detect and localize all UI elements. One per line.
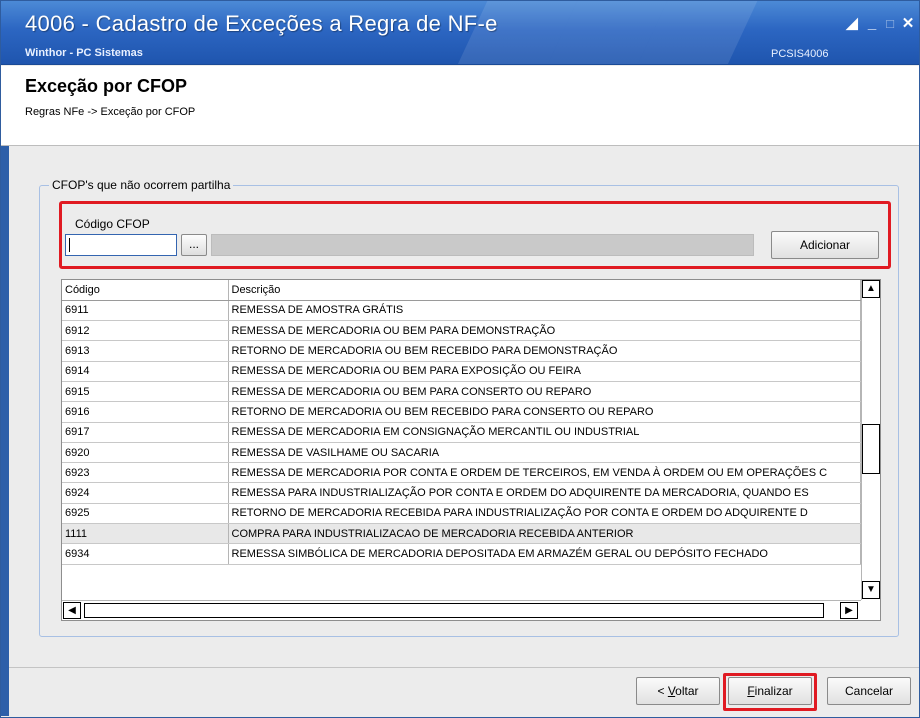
window-title: 4006 - Cadastro de Exceções a Regra de N… (25, 11, 498, 36)
cell-description: REMESSA PARA INDUSTRIALIZAÇÃO POR CONTA … (228, 482, 861, 504)
cfop-lookup-button[interactable]: ... (181, 234, 207, 256)
table-row[interactable]: 6913 RETORNO DE MERCADORIA OU BEM RECEBID… (62, 340, 861, 362)
cfop-table: Código Descrição 6911 REMESSA DE AMOSTRA … (62, 280, 861, 565)
table-row[interactable]: 6911 REMESSA DE AMOSTRA GRÁTIS (62, 300, 861, 322)
cell-code: 6915 (62, 381, 229, 403)
restore-icon[interactable]: ◢ (843, 15, 861, 33)
routine-code: PCSIS4006 (771, 48, 829, 60)
window-left-edge (1, 146, 9, 716)
cell-code: 6925 (62, 503, 229, 525)
cell-code: 6924 (62, 482, 229, 504)
cell-code: 1111 (62, 523, 229, 545)
cell-code: 6912 (62, 320, 229, 342)
cell-code: 6916 (62, 401, 229, 423)
table-header-row: Código Descrição (62, 280, 861, 301)
cell-description: REMESSA DE MERCADORIA OU BEM PARA CONSER… (228, 381, 861, 403)
cell-code: 6920 (62, 442, 229, 464)
horizontal-scrollbar[interactable]: ◀ ▶ (62, 600, 861, 620)
table-row[interactable]: 6915 REMESSA DE MERCADORIA OU BEM PARA CO… (62, 381, 861, 403)
groupbox-legend: CFOP's que não ocorrem partilha (49, 178, 234, 192)
table-row[interactable]: 6917 REMESSA DE MERCADORIA EM CONSIGNAÇÃO… (62, 422, 861, 443)
cell-code: 6914 (62, 361, 229, 382)
cell-description: REMESSA DE VASILHAME OU SACARIA (228, 442, 861, 464)
page-title: Exceção por CFOP (25, 76, 188, 96)
cell-description: REMESSA DE MERCADORIA POR CONTA E ORDEM … (228, 462, 861, 484)
cell-description: RETORNO DE MERCADORIA OU BEM RECEBIDO PA… (228, 340, 861, 362)
scroll-left-icon[interactable]: ◀ (63, 602, 81, 619)
cell-code: 6917 (62, 422, 229, 443)
cell-description: REMESSA SIMBÓLICA DE MERCADORIA DEPOSITA… (228, 543, 861, 565)
table-row[interactable]: 6923 REMESSA DE MERCADORIA POR CONTA E OR… (62, 462, 861, 484)
table-row[interactable]: 6912 REMESSA DE MERCADORIA OU BEM PARA DE… (62, 320, 861, 342)
scroll-right-icon[interactable]: ▶ (840, 602, 858, 619)
table-row[interactable]: 6916 RETORNO DE MERCADORIA OU BEM RECEBID… (62, 401, 861, 423)
back-button[interactable]: < Voltar (636, 677, 720, 705)
cfop-grid[interactable]: Código Descrição 6911 REMESSA DE AMOSTRA … (61, 279, 881, 621)
cell-description: COMPRA PARA INDUSTRIALIZACAO DE MERCADOR… (228, 523, 861, 545)
table-row[interactable]: 6914 REMESSA DE MERCADORIA OU BEM PARA EX… (62, 361, 861, 382)
vertical-scrollbar[interactable]: ▲ ▼ (861, 280, 880, 600)
scrollbar-thumb[interactable] (862, 424, 880, 474)
table-row[interactable]: 6920 REMESSA DE VASILHAME OU SACARIA (62, 442, 861, 464)
cell-description: RETORNO DE MERCADORIA RECEBIDA PARA INDU… (228, 503, 861, 525)
content-area: CFOP's que não ocorrem partilha Código C… (9, 147, 919, 667)
scroll-down-icon[interactable]: ▼ (862, 581, 880, 599)
title-bar: 4006 - Cadastro de Exceções a Regra de N… (1, 1, 919, 65)
table-row[interactable]: 1111 COMPRA PARA INDUSTRIALIZACAO DE MERC… (62, 523, 861, 545)
column-header-description[interactable]: Descrição (228, 280, 861, 301)
breadcrumb: Regras NFe -> Exceção por CFOP (25, 106, 196, 118)
finish-button[interactable]: Finalizar (728, 677, 812, 705)
table-row[interactable]: 6934 REMESSA SIMBÓLICA DE MERCADORIA DEPO… (62, 543, 861, 565)
cell-description: REMESSA DE AMOSTRA GRÁTIS (228, 300, 861, 322)
close-icon[interactable]: ✕ (899, 15, 917, 33)
cell-description: RETORNO DE MERCADORIA OU BEM RECEBIDO PA… (228, 401, 861, 423)
cell-description: REMESSA DE MERCADORIA EM CONSIGNAÇÃO MER… (228, 422, 861, 443)
cell-code: 6913 (62, 340, 229, 362)
company-name: Winthor - PC Sistemas (25, 47, 143, 59)
cell-description: REMESSA DE MERCADORIA OU BEM PARA DEMONS… (228, 320, 861, 342)
maximize-icon[interactable]: □ (881, 15, 899, 33)
column-header-code[interactable]: Código (62, 280, 229, 301)
cell-code: 6934 (62, 543, 229, 565)
cell-description: REMESSA DE MERCADORIA OU BEM PARA EXPOSI… (228, 361, 861, 382)
cfop-code-label: Código CFOP (75, 217, 150, 231)
cancel-button[interactable]: Cancelar (827, 677, 911, 705)
scroll-up-icon[interactable]: ▲ (862, 280, 880, 298)
horizontal-scrollbar-thumb[interactable] (84, 603, 824, 618)
page-header: Exceção por CFOP Regras NFe -> Exceção p… (1, 66, 919, 146)
table-row[interactable]: 6924 REMESSA PARA INDUSTRIALIZAÇÃO POR CO… (62, 482, 861, 504)
minimize-icon[interactable]: _ (863, 15, 881, 33)
add-button[interactable]: Adicionar (771, 231, 879, 259)
cell-code: 6911 (62, 300, 229, 322)
text-caret (69, 238, 70, 252)
cell-code: 6923 (62, 462, 229, 484)
cfop-description-display (211, 234, 754, 256)
app-window: 4006 - Cadastro de Exceções a Regra de N… (0, 0, 920, 718)
cfop-code-input[interactable] (65, 234, 177, 256)
table-row[interactable]: 6925 RETORNO DE MERCADORIA RECEBIDA PARA … (62, 503, 861, 525)
